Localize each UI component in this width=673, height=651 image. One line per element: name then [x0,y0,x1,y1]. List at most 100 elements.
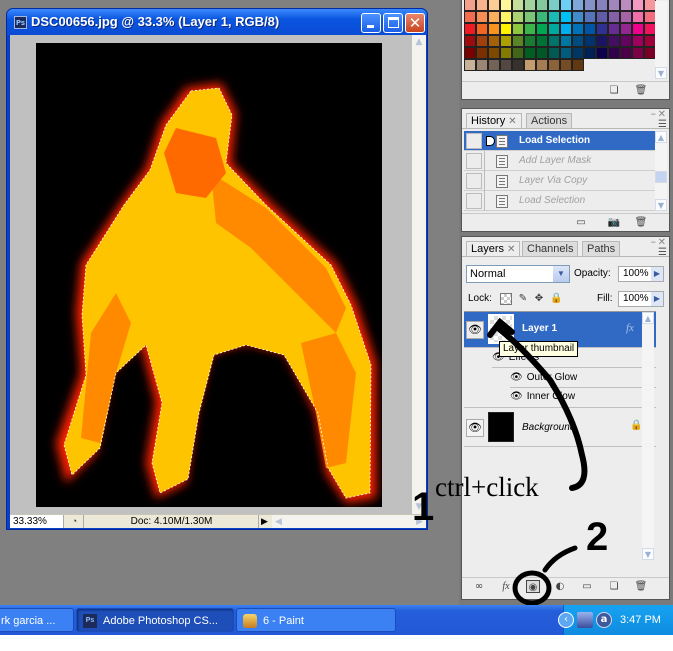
color-swatch[interactable] [584,0,596,11]
color-swatch[interactable] [620,23,632,35]
color-swatch[interactable] [524,47,536,59]
color-swatch[interactable] [512,11,524,23]
color-swatch[interactable] [524,23,536,35]
color-swatch[interactable] [488,59,500,71]
color-swatch[interactable] [512,23,524,35]
taskbar-button-browser[interactable]: rk garcia ... [0,608,74,632]
color-swatch[interactable] [536,0,548,11]
color-swatch[interactable] [608,0,620,11]
status-info-icon[interactable]: ◔ [66,515,84,528]
tab-layers[interactable]: Layers ✕ [466,241,521,256]
color-swatch[interactable] [620,11,632,23]
zoom-level-field[interactable]: 33.33% [10,515,64,528]
color-swatch[interactable] [536,47,548,59]
color-swatch[interactable] [536,11,548,23]
scroll-up-icon[interactable]: ▲ [642,312,654,324]
color-swatch[interactable] [536,35,548,47]
add-layer-mask-icon[interactable]: ◉ [526,580,540,593]
color-swatch[interactable] [524,59,536,71]
color-swatch[interactable] [512,47,524,59]
color-swatch[interactable] [596,0,608,11]
color-swatch[interactable] [548,23,560,35]
color-swatch[interactable] [476,11,488,23]
eye-visibility-icon[interactable]: 👁 [466,419,484,437]
lock-all-icon[interactable]: 🔒 [550,293,562,305]
color-swatch[interactable] [476,23,488,35]
color-swatch[interactable] [548,35,560,47]
color-swatch[interactable] [500,59,512,71]
color-swatch[interactable] [512,0,524,11]
color-swatch[interactable] [572,47,584,59]
eye-visibility-icon[interactable]: 👁 [510,372,523,383]
history-scrollbar[interactable]: ▲ ▼ [655,131,667,211]
color-swatch[interactable] [620,47,632,59]
color-swatch[interactable] [500,47,512,59]
color-swatch[interactable] [608,11,620,23]
status-menu-arrow-icon[interactable]: ▶ [258,515,270,528]
tab-paths[interactable]: Paths [582,241,621,256]
color-swatch[interactable] [632,0,644,11]
color-swatch[interactable] [512,59,524,71]
history-item[interactable]: Layer Via Copy [464,171,656,191]
fx-badge[interactable]: fx [626,322,634,334]
scroll-down-icon[interactable]: ▼ [655,199,667,211]
color-swatch[interactable] [608,35,620,47]
color-swatch[interactable] [560,35,572,47]
close-tab-icon[interactable]: ✕ [507,244,515,255]
scroll-thumb[interactable] [655,171,667,183]
color-swatch[interactable] [500,11,512,23]
blend-mode-select[interactable]: Normal ▼ [466,265,570,283]
color-swatch[interactable] [464,0,476,11]
layer-name[interactable]: Background [522,422,575,433]
effect-outer-glow[interactable]: 👁 Outer Glow [510,372,577,383]
color-swatch[interactable] [560,23,572,35]
color-swatch[interactable] [476,47,488,59]
color-swatch[interactable] [584,23,596,35]
new-document-from-state-icon[interactable]: ▭ [574,216,588,229]
network-icon[interactable] [577,612,593,628]
color-swatch[interactable] [548,59,560,71]
taskbar-button-photoshop[interactable]: Ps Adobe Photoshop CS... [76,608,234,632]
color-swatch[interactable] [464,47,476,59]
opacity-field[interactable]: 100% ▶ [618,266,664,282]
color-swatch[interactable] [488,0,500,11]
canvas-image[interactable] [36,43,382,507]
taskbar-button-paint[interactable]: 6 - Paint [236,608,396,632]
color-swatch[interactable] [560,0,572,11]
color-swatch[interactable] [476,0,488,11]
color-swatch[interactable] [632,35,644,47]
color-swatch[interactable] [608,47,620,59]
color-swatch[interactable] [584,47,596,59]
color-swatch[interactable] [464,11,476,23]
tab-history[interactable]: History ✕ [466,113,522,128]
fill-field[interactable]: 100% ▶ [618,291,664,307]
history-snapshot-checkbox[interactable] [466,133,482,149]
scroll-down-icon[interactable]: ▼ [655,67,667,79]
color-swatch[interactable] [584,11,596,23]
lock-position-icon[interactable]: ✥ [533,293,545,305]
camera-snapshot-icon[interactable]: 📷 [607,216,621,229]
trash-icon[interactable]: 🗑 [634,84,648,97]
color-swatch[interactable] [524,0,536,11]
horizontal-scrollbar[interactable]: ◀ ▶ [272,515,426,528]
lock-image-pixels-icon[interactable]: ✎ [517,293,529,305]
clock[interactable]: 3:47 PM [620,605,661,635]
color-swatch[interactable] [596,11,608,23]
color-swatch[interactable] [464,23,476,35]
color-swatch[interactable] [560,11,572,23]
color-swatch[interactable] [596,23,608,35]
color-swatch[interactable] [512,35,524,47]
history-snapshot-checkbox[interactable] [466,193,482,209]
color-swatch[interactable] [476,35,488,47]
color-swatch[interactable] [632,11,644,23]
vertical-scrollbar[interactable]: ▲ ▼ [412,35,426,514]
new-swatch-icon[interactable]: ❏ [607,84,621,97]
swatches-scrollbar[interactable]: ▼ [655,1,667,79]
tab-channels[interactable]: Channels [522,241,579,256]
layer-thumbnail[interactable] [488,412,514,442]
history-item[interactable]: Add Layer Mask [464,151,656,171]
history-state-pointer-icon[interactable] [486,136,495,146]
color-swatch[interactable] [488,11,500,23]
close-button[interactable]: ✕ [405,13,425,33]
panel-minimize-icon[interactable]: – [651,107,657,120]
